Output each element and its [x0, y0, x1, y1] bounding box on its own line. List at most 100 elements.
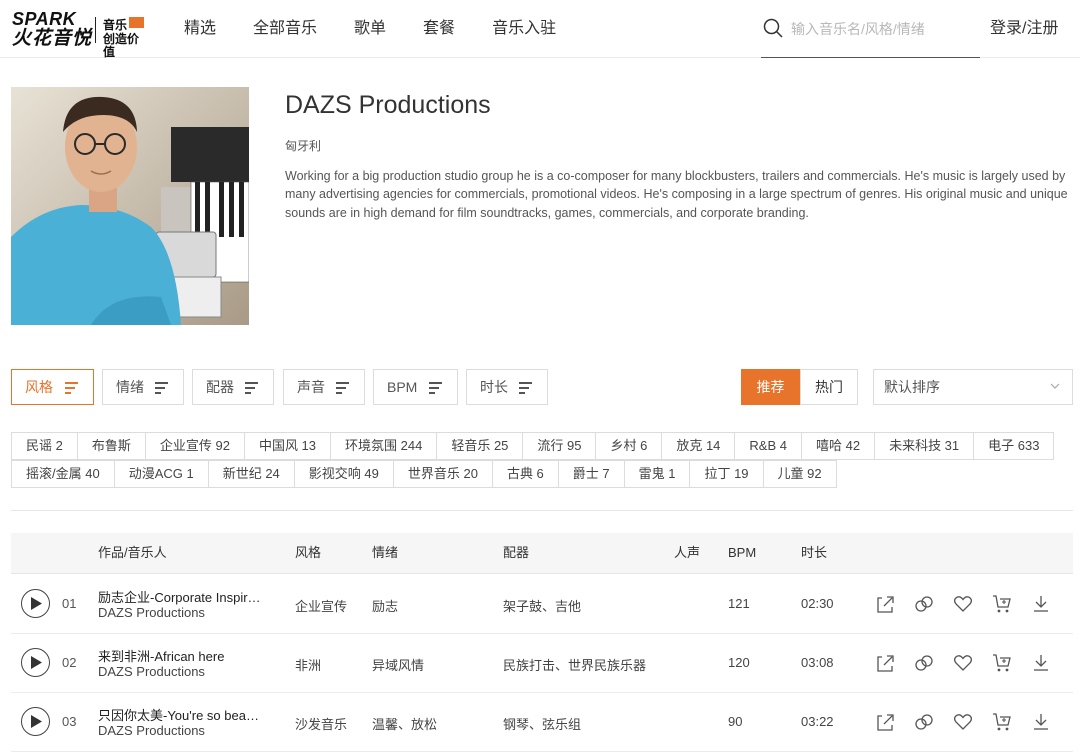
- heart-icon[interactable]: [952, 593, 974, 615]
- logo-slogan-line2: 创造价值: [103, 32, 140, 59]
- nav-item-all-music[interactable]: 全部音乐: [253, 0, 317, 58]
- artist-portrait-image: [11, 87, 249, 325]
- play-icon: [31, 597, 42, 610]
- col-header-mood: 情绪: [372, 545, 399, 560]
- genre-tag[interactable]: 环境氛围 244: [330, 432, 438, 460]
- genre-tag[interactable]: R&B 4: [734, 432, 802, 460]
- nav-item-featured[interactable]: 精选: [184, 0, 216, 58]
- filter-duration-button[interactable]: 时长: [466, 369, 548, 405]
- play-button[interactable]: [21, 589, 50, 618]
- share-icon[interactable]: [874, 652, 896, 674]
- filter-mood-button[interactable]: 情绪: [102, 369, 184, 405]
- genre-tag[interactable]: 企业宣传 92: [144, 432, 245, 460]
- track-instrument: 钢琴、弦乐组: [503, 717, 582, 732]
- table-row[interactable]: 01 励志企业-Corporate Inspiring DAZS Product…: [11, 574, 1073, 634]
- link-icon[interactable]: [913, 711, 935, 733]
- track-instrument: 民族打击、世界民族乐器: [503, 658, 647, 673]
- track-bpm: 120: [728, 655, 750, 670]
- filter-label: BPM: [387, 379, 418, 395]
- table-row[interactable]: 03 只因你太美-You're so beautiful DAZS Produc…: [11, 692, 1073, 752]
- search-input[interactable]: [791, 18, 976, 40]
- genre-tag[interactable]: 世界音乐 20: [392, 460, 493, 488]
- nav-item-playlists[interactable]: 歌单: [354, 0, 386, 58]
- genre-tag[interactable]: 摇滚/金属 40: [11, 460, 115, 488]
- main-nav: 精选 全部音乐 歌单 套餐 音乐入驻: [184, 0, 593, 58]
- filter-lines-icon: [155, 382, 169, 394]
- track-style: 非洲: [295, 658, 322, 673]
- genre-tag[interactable]: 拉丁 19: [689, 460, 764, 488]
- artist-photo: [11, 87, 249, 325]
- artist-description: Working for a big production studio grou…: [285, 169, 1068, 220]
- filter-label: 情绪: [116, 379, 144, 395]
- track-artist[interactable]: DAZS Productions: [98, 605, 205, 620]
- genre-tag[interactable]: 儿童 92: [762, 460, 837, 488]
- genre-tag[interactable]: 爵士 7: [557, 460, 625, 488]
- share-icon[interactable]: [874, 593, 896, 615]
- track-artist[interactable]: DAZS Productions: [98, 723, 205, 738]
- genre-tag[interactable]: 布鲁斯: [76, 432, 146, 460]
- download-icon[interactable]: [1030, 593, 1052, 615]
- nav-item-join[interactable]: 音乐入驻: [492, 0, 556, 58]
- cart-icon[interactable]: [991, 652, 1013, 674]
- genre-tag[interactable]: 轻音乐 25: [436, 432, 524, 460]
- genre-tag[interactable]: 放克 14: [661, 432, 736, 460]
- filter-vocal-button[interactable]: 声音: [283, 369, 365, 405]
- download-icon[interactable]: [1030, 711, 1052, 733]
- genre-tag[interactable]: 新世纪 24: [207, 460, 295, 488]
- heart-icon[interactable]: [952, 652, 974, 674]
- filter-label: 配器: [206, 379, 234, 395]
- tab-hot[interactable]: 热门: [800, 369, 858, 405]
- filter-style-button[interactable]: 风格: [11, 369, 94, 405]
- search-box: [761, 10, 980, 58]
- genre-tag[interactable]: 未来科技 31: [874, 432, 975, 460]
- track-mood: 励志: [372, 599, 399, 614]
- track-mood: 温馨、放松: [372, 717, 438, 732]
- filter-lines-icon: [336, 382, 350, 394]
- track-title[interactable]: 只因你太美-You're so beautiful: [98, 705, 263, 724]
- link-icon[interactable]: [913, 593, 935, 615]
- genre-tag[interactable]: 乡村 6: [595, 432, 663, 460]
- genre-tag[interactable]: 动漫ACG 1: [113, 460, 209, 488]
- artist-region: 匈牙利: [285, 139, 322, 153]
- genre-tag[interactable]: 民谣 2: [11, 432, 78, 460]
- logo-slogan-line1: 音乐: [103, 18, 128, 32]
- filter-bpm-button[interactable]: BPM: [373, 369, 458, 405]
- genre-tag[interactable]: 电子 633: [973, 432, 1055, 460]
- filter-instrument-button[interactable]: 配器: [192, 369, 274, 405]
- link-icon[interactable]: [913, 652, 935, 674]
- artist-name: DAZS Productions: [285, 91, 491, 119]
- filter-label: 声音: [297, 379, 325, 395]
- genre-tag[interactable]: 古典 6: [491, 460, 559, 488]
- heart-icon[interactable]: [952, 711, 974, 733]
- play-button[interactable]: [21, 707, 50, 736]
- cart-icon[interactable]: [991, 711, 1013, 733]
- login-register-link[interactable]: 登录/注册: [990, 0, 1058, 57]
- track-artist[interactable]: DAZS Productions: [98, 664, 205, 679]
- genre-tag[interactable]: 中国风 13: [243, 432, 332, 460]
- logo-separator: [95, 17, 96, 43]
- genre-tag-cloud: 民谣 2 布鲁斯 企业宣传 92 中国风 13 环境氛围 244 轻音乐 25 …: [11, 432, 1056, 488]
- track-mood: 异域风情: [372, 658, 425, 673]
- track-title[interactable]: 来到非洲-African here: [98, 646, 263, 665]
- genre-tag[interactable]: 流行 95: [522, 432, 597, 460]
- tab-recommend[interactable]: 推荐: [741, 369, 800, 405]
- genre-tag[interactable]: 雷鬼 1: [623, 460, 691, 488]
- col-header-work: 作品/音乐人: [98, 545, 167, 560]
- play-button[interactable]: [21, 648, 50, 677]
- col-header-duration: 时长: [801, 545, 828, 560]
- track-title[interactable]: 励志企业-Corporate Inspiring: [98, 587, 263, 606]
- genre-tag[interactable]: 影视交响 49: [293, 460, 394, 488]
- filter-label: 风格: [25, 379, 53, 395]
- table-row[interactable]: 02 来到非洲-African here DAZS Productions 非洲…: [11, 633, 1073, 693]
- share-icon[interactable]: [874, 711, 896, 733]
- cart-icon[interactable]: [991, 593, 1013, 615]
- sort-select[interactable]: 默认排序: [873, 369, 1073, 405]
- search-icon[interactable]: [763, 18, 783, 38]
- track-duration: 02:30: [801, 596, 834, 611]
- spark-logo[interactable]: SPARK 火花音悦 音乐 创造价值: [12, 9, 147, 59]
- nav-item-packages[interactable]: 套餐: [423, 0, 455, 58]
- logo-flag-icon: [129, 17, 144, 28]
- download-icon[interactable]: [1030, 652, 1052, 674]
- genre-tag[interactable]: 嘻哈 42: [800, 432, 876, 460]
- track-bpm: 90: [728, 714, 743, 729]
